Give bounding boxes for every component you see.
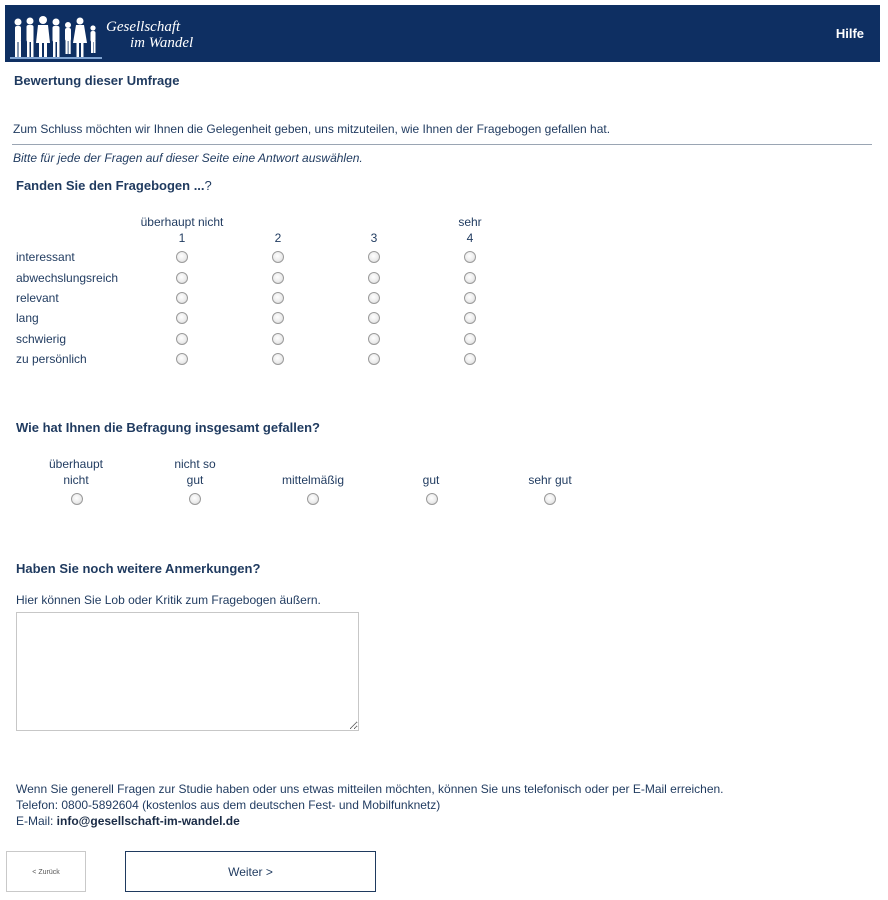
- people-silhouettes-icon: [10, 16, 102, 59]
- matrix-radio[interactable]: [464, 272, 476, 284]
- matrix-radio[interactable]: [368, 292, 380, 304]
- option-label-line2: gut: [186, 473, 204, 487]
- matrix-radio[interactable]: [272, 333, 284, 345]
- email-label: E-Mail:: [16, 814, 57, 828]
- matrix-radio[interactable]: [368, 333, 380, 345]
- matrix-radio[interactable]: [464, 353, 476, 365]
- overall-radio[interactable]: [189, 493, 201, 505]
- instruction-hint: Bitte für jede der Fragen auf dieser Sei…: [13, 151, 363, 165]
- overall-radio[interactable]: [426, 493, 438, 505]
- matrix-question-title-text: Fanden Sie den Fragebogen ...: [16, 178, 205, 193]
- scale-label-4: sehr: [458, 215, 482, 229]
- matrix-radio[interactable]: [272, 272, 284, 284]
- matrix-radio[interactable]: [272, 251, 284, 263]
- contact-email-line: E-Mail: info@gesellschaft-im-wandel.de: [16, 813, 724, 829]
- remarks-subtitle: Hier können Sie Lob oder Kritik zum Frag…: [16, 593, 321, 607]
- matrix-row-label: abwechslungsreich: [16, 271, 119, 285]
- matrix-radio[interactable]: [272, 292, 284, 304]
- contact-line-1: Wenn Sie generell Fragen zur Studie habe…: [16, 782, 724, 796]
- matrix-radio[interactable]: [272, 312, 284, 324]
- matrix-radio[interactable]: [176, 272, 188, 284]
- matrix-radio[interactable]: [368, 312, 380, 324]
- matrix-radio[interactable]: [368, 251, 380, 263]
- matrix-row-label: interessant: [16, 250, 75, 264]
- matrix-question-title: Fanden Sie den Fragebogen ...?: [16, 178, 212, 193]
- matrix-row-label: lang: [16, 311, 39, 325]
- matrix-radio[interactable]: [272, 353, 284, 365]
- help-link[interactable]: Hilfe: [836, 26, 864, 41]
- matrix-radio[interactable]: [176, 312, 188, 324]
- logo-text: Gesellschaft im Wandel: [106, 19, 193, 51]
- matrix-radio[interactable]: [176, 251, 188, 263]
- matrix-question-title-suffix: ?: [204, 178, 212, 193]
- matrix-radio[interactable]: [464, 251, 476, 263]
- matrix-radio[interactable]: [176, 353, 188, 365]
- intro-text: Zum Schluss möchten wir Ihnen die Gelege…: [13, 122, 611, 136]
- next-button[interactable]: Weiter >: [125, 851, 376, 892]
- overall-radio[interactable]: [307, 493, 319, 505]
- matrix-radio[interactable]: [464, 312, 476, 324]
- back-button[interactable]: < Zurück: [6, 851, 86, 892]
- option-label-line1: überhaupt: [48, 457, 104, 471]
- option-label: gut: [422, 473, 440, 487]
- matrix-radio[interactable]: [368, 353, 380, 365]
- matrix-radio[interactable]: [176, 333, 188, 345]
- matrix-row-label: relevant: [16, 291, 59, 305]
- matrix-radio[interactable]: [176, 292, 188, 304]
- option-label: mittelmäßig: [281, 473, 344, 487]
- matrix-radio[interactable]: [464, 292, 476, 304]
- remarks-question-title: Haben Sie noch weitere Anmerkungen?: [16, 561, 261, 576]
- overall-radio[interactable]: [71, 493, 83, 505]
- matrix-radio[interactable]: [464, 333, 476, 345]
- logo-line-1: Gesellschaft: [106, 19, 181, 35]
- overall-question-title: Wie hat Ihnen die Befragung insgesamt ge…: [16, 420, 320, 435]
- matrix-row-label: schwierig: [16, 332, 67, 346]
- matrix-radio[interactable]: [368, 272, 380, 284]
- option-label: sehr gut: [528, 473, 572, 487]
- scale-number-4: 4: [466, 231, 474, 245]
- contact-line-2: Telefon: 0800-5892604 (kostenlos aus dem…: [16, 798, 441, 812]
- option-label-line1: nicht so: [174, 457, 216, 471]
- divider: [12, 144, 872, 145]
- option-label-line2: nicht: [63, 473, 89, 487]
- header-bar: Gesellschaft im Wandel Hilfe: [5, 5, 880, 62]
- email-address: info@gesellschaft-im-wandel.de: [56, 814, 240, 828]
- logo-line-2: im Wandel: [130, 35, 194, 51]
- page-title: Bewertung dieser Umfrage: [14, 73, 180, 88]
- scale-label-1: überhaupt nicht: [140, 215, 224, 229]
- contact-info: Wenn Sie generell Fragen zur Studie habe…: [16, 781, 724, 829]
- logo: Gesellschaft im Wandel: [10, 13, 215, 61]
- overall-radio[interactable]: [544, 493, 556, 505]
- remarks-textarea[interactable]: [16, 612, 359, 731]
- matrix-row-label: zu persönlich: [16, 352, 87, 366]
